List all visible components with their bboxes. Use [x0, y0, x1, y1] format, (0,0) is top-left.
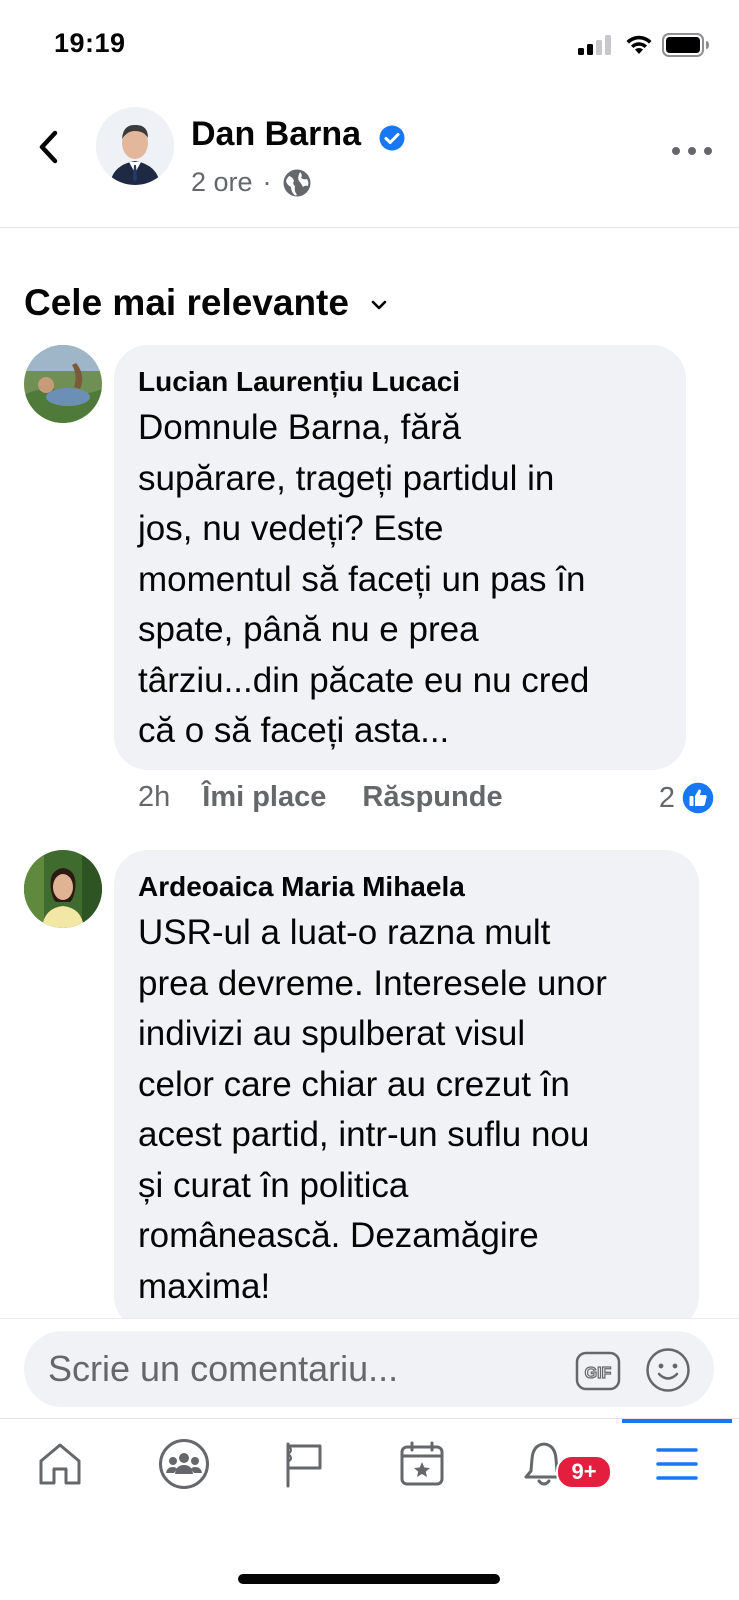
comment-text: USR-ul a luat-o razna mult prea devreme.… [138, 913, 607, 1306]
comment-composer: GIF [0, 1318, 739, 1419]
author-avatar-image [96, 107, 174, 185]
more-dot-icon [688, 147, 696, 155]
verified-badge-icon [379, 125, 405, 151]
bottom-tab-bar [0, 1418, 739, 1529]
comment-time[interactable]: 2h [138, 781, 170, 814]
commenter-avatar[interactable] [24, 345, 102, 423]
reply-button[interactable]: Răspunde [362, 781, 502, 814]
reaction-count[interactable]: 2 [659, 781, 715, 815]
post-time[interactable]: 2 ore [191, 167, 253, 198]
battery-icon [662, 33, 709, 57]
tab-menu[interactable] [627, 1419, 727, 1509]
back-button[interactable] [28, 127, 68, 167]
comment-actions: 2h Îmi place Răspunde [138, 781, 539, 814]
like-reaction-icon [681, 781, 715, 815]
author-avatar[interactable] [96, 107, 174, 185]
tab-home[interactable] [10, 1419, 110, 1509]
meta-separator: · [262, 167, 272, 197]
emoji-smiley-icon[interactable] [645, 1347, 691, 1393]
globe-icon [283, 169, 311, 196]
status-time: 19:19 [54, 28, 126, 58]
author-name[interactable]: Dan Barna [191, 115, 361, 154]
post-header: Dan Barna 2 ore · [0, 95, 739, 228]
tab-pages[interactable] [254, 1419, 354, 1509]
reaction-number: 2 [658, 781, 675, 814]
chevron-down-icon [371, 300, 387, 310]
chevron-left-icon [39, 130, 58, 164]
comment-sort-selector[interactable]: Cele mai relevante [24, 282, 387, 324]
comment-bubble[interactable]: Lucian Laurențiu Lucaci Domnule Barna, f… [114, 345, 686, 770]
commenter-avatar-image [24, 345, 102, 423]
events-icon [400, 1441, 444, 1486]
like-button[interactable]: Îmi place [202, 781, 326, 814]
menu-icon [656, 1448, 698, 1480]
gif-label: GIF [585, 1365, 612, 1382]
sort-label: Cele mai relevante [24, 282, 349, 323]
tab-events[interactable] [372, 1419, 472, 1509]
pages-flag-icon [286, 1442, 322, 1488]
groups-icon [159, 1439, 209, 1489]
notifications-badge: 9+ [556, 1455, 612, 1489]
wifi-icon [626, 35, 652, 54]
comment-author[interactable]: Lucian Laurențiu Lucaci [138, 363, 662, 401]
comment-author[interactable]: Ardeoaica Maria Mihaela [138, 868, 675, 906]
more-dot-icon [704, 147, 712, 155]
comment-bubble[interactable]: Ardeoaica Maria Mihaela USR-ul a luat-o … [114, 850, 699, 1330]
gif-icon[interactable]: GIF [575, 1351, 621, 1391]
status-bar: 19:19 [0, 0, 739, 90]
more-dot-icon [672, 147, 680, 155]
home-icon [39, 1443, 81, 1485]
cellular-signal-icon [578, 35, 611, 55]
home-indicator[interactable] [238, 1574, 500, 1584]
commenter-avatar[interactable] [24, 850, 102, 928]
post-meta: 2 ore · [191, 167, 312, 198]
tab-groups[interactable] [134, 1419, 234, 1509]
commenter-avatar-image [24, 850, 102, 928]
more-options-button[interactable] [672, 143, 712, 159]
comment-text: Domnule Barna, fără supărare, trageți pa… [138, 408, 590, 750]
